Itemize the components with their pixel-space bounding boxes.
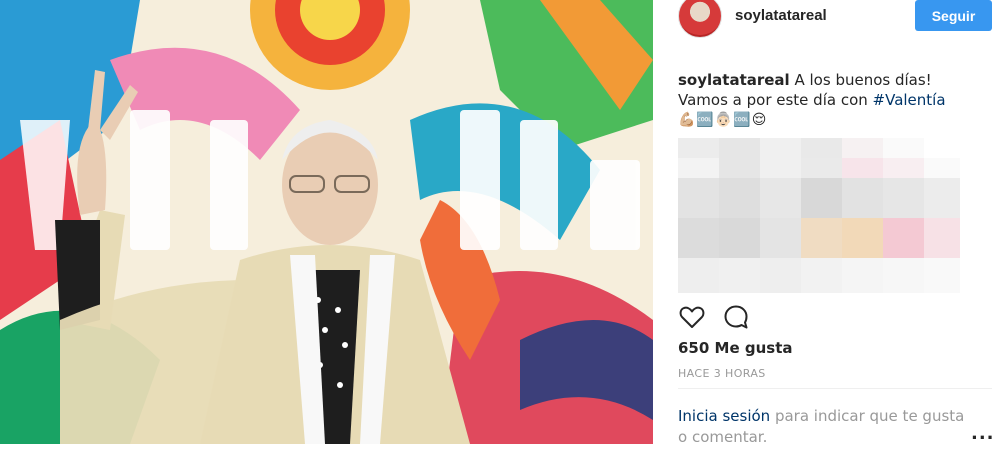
more-options-icon[interactable]: ...: [971, 423, 995, 444]
post-caption: soylatatareal A los buenos días! Vamos a…: [678, 70, 988, 130]
caption-emojis: 💪🏼🆒👵🏻🆒😌: [678, 112, 768, 128]
follow-button[interactable]: Seguir: [915, 0, 992, 31]
username-link[interactable]: soylatatareal: [735, 7, 827, 24]
post-side-panel: soylatatareal Seguir soylatatareal A los…: [653, 0, 1000, 452]
heart-icon[interactable]: [678, 303, 706, 331]
login-prompt: Inicia sesión para indicar que te gusta …: [678, 406, 978, 448]
post-actions: [678, 303, 798, 331]
caption-line1: A los buenos días!: [794, 71, 932, 89]
comment-bubble-icon[interactable]: [722, 303, 750, 331]
avatar[interactable]: [678, 0, 722, 38]
post-photo[interactable]: [0, 0, 653, 444]
login-link[interactable]: Inicia sesión: [678, 407, 770, 425]
hashtag-link[interactable]: #Valentía: [873, 91, 946, 109]
caption-line2: Vamos a por este día con: [678, 91, 873, 109]
post-timestamp[interactable]: HACE 3 HORAS: [678, 367, 766, 380]
pixelated-comments-block: [678, 138, 960, 293]
divider: [678, 388, 992, 389]
photo-bottom-spacer: [0, 444, 653, 452]
mural-illustration: [0, 0, 653, 444]
caption-username[interactable]: soylatatareal: [678, 71, 790, 89]
post-header: soylatatareal Seguir: [653, 0, 1000, 38]
likes-count[interactable]: 650 Me gusta: [678, 339, 793, 357]
